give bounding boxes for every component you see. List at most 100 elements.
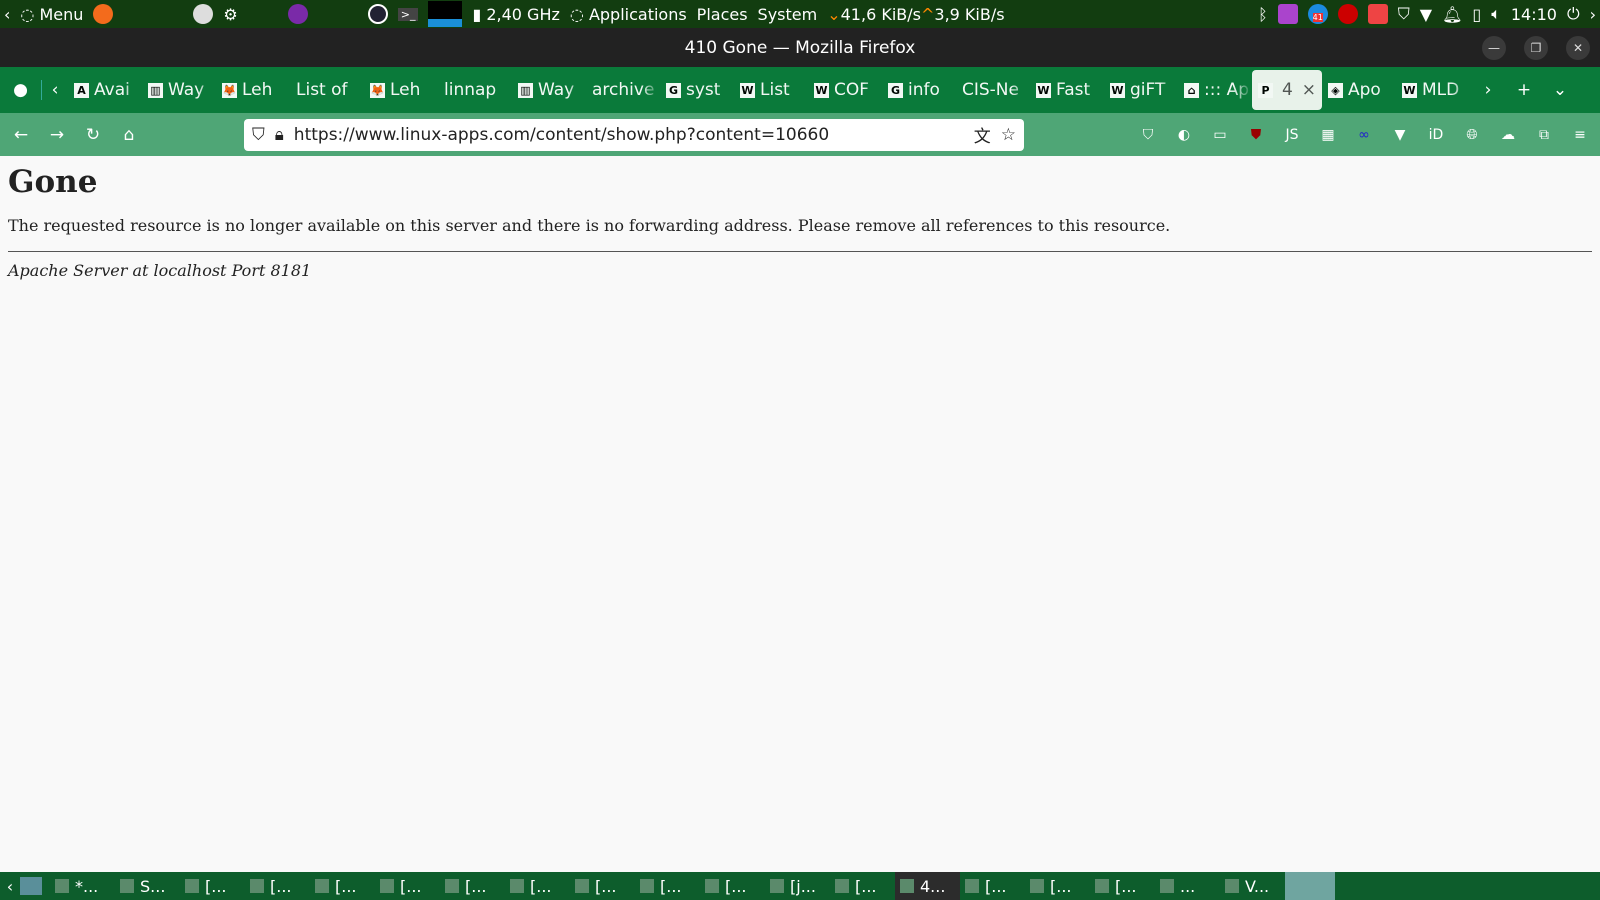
block-icon[interactable]: [1367, 4, 1388, 24]
taskbar-window-button[interactable]: [...: [505, 872, 570, 900]
taskbar-window-button[interactable]: S...: [115, 872, 180, 900]
extensions-icon[interactable]: ⧉: [1534, 127, 1554, 143]
taskbar-window-button[interactable]: [...: [375, 872, 440, 900]
taskbar-window-button[interactable]: [j...: [765, 872, 830, 900]
tab[interactable]: archive: [586, 67, 660, 113]
ublock-icon[interactable]: ⛊: [1246, 127, 1266, 143]
notes-icon[interactable]: ▭: [1210, 127, 1230, 143]
taskbar-window-button[interactable]: [...: [830, 872, 895, 900]
record-icon[interactable]: [1337, 4, 1358, 24]
url-text[interactable]: https://www.linux-apps.com/content/show.…: [294, 125, 964, 145]
taskbar-window-button[interactable]: [...: [310, 872, 375, 900]
clock[interactable]: 14:10: [1511, 5, 1557, 24]
home-icon[interactable]: ⌂: [118, 125, 140, 145]
tab-favicon-icon: W: [1110, 82, 1125, 98]
taskbar-window-button[interactable]: [...: [1090, 872, 1155, 900]
tab[interactable]: Gsyst: [660, 67, 734, 113]
close-tab-icon[interactable]: ×: [1302, 80, 1316, 100]
taskbar-scroll-left[interactable]: ‹: [0, 877, 20, 896]
shield-icon[interactable]: ⛉: [1398, 4, 1410, 24]
places-menu[interactable]: Places: [697, 5, 748, 24]
cloud-icon[interactable]: ☁: [1498, 127, 1518, 143]
tabs-scroll-right[interactable]: ›: [1470, 80, 1506, 100]
tab[interactable]: ▥ Way: [512, 67, 586, 113]
tab[interactable]: W COF: [808, 67, 882, 113]
tab[interactable]: Ginfo: [882, 67, 956, 113]
volume-icon[interactable]: 🔈︎: [1491, 4, 1501, 24]
firefox-view-icon[interactable]: ●: [0, 80, 42, 100]
taskbar-window-button[interactable]: [...: [440, 872, 505, 900]
minimize-button[interactable]: —: [1482, 36, 1506, 60]
telegram-icon[interactable]: 41: [1307, 4, 1328, 24]
tab[interactable]: ◈ Apo: [1322, 67, 1396, 113]
applications-menu[interactable]: ◌ Applications: [570, 5, 687, 24]
taskbar-window-button[interactable]: [...: [570, 872, 635, 900]
tab[interactable]: 🦊 Leh: [364, 67, 438, 113]
tab[interactable]: ▥ Way: [142, 67, 216, 113]
panel-scroll-left[interactable]: ‹: [4, 5, 10, 24]
tab[interactable]: W Fast: [1030, 67, 1104, 113]
bookmark-star-icon[interactable]: ☆: [1001, 125, 1016, 145]
gears-icon[interactable]: ⚙: [223, 5, 237, 24]
power-icon[interactable]: ⏻: [1567, 4, 1580, 24]
menu-button[interactable]: ◌ Menu: [20, 5, 83, 24]
calendar-icon[interactable]: ▦: [1318, 127, 1338, 143]
taskbar-window-button[interactable]: [...: [960, 872, 1025, 900]
noscript-icon[interactable]: JS: [1282, 127, 1302, 143]
tor-icon[interactable]: [287, 4, 308, 24]
taskbar-window-button[interactable]: *...: [50, 872, 115, 900]
new-tab-button[interactable]: +: [1506, 80, 1542, 100]
lock-icon[interactable]: 🔒︎: [275, 125, 284, 145]
globe-uk-icon[interactable]: 🌐︎: [1462, 127, 1482, 143]
firefox-launcher-icon[interactable]: [93, 4, 114, 24]
forward-icon[interactable]: →: [46, 125, 68, 145]
taskbar-window-button[interactable]: V...: [1220, 872, 1285, 900]
tab[interactable]: CIS-Ne: [956, 67, 1030, 113]
menu-icon[interactable]: ≡: [1570, 127, 1590, 143]
taskbar-window-button[interactable]: [...: [1025, 872, 1090, 900]
tab[interactable]: W MLD: [1396, 67, 1470, 113]
bluetooth-icon[interactable]: ᛒ: [1258, 5, 1268, 24]
tab-active[interactable]: P 4 ×: [1252, 70, 1322, 110]
audio-app-icon[interactable]: [1277, 4, 1298, 24]
taskbar-window-button[interactable]: [...: [700, 872, 765, 900]
url-bar[interactable]: ⛉ 🔒︎ https://www.linux-apps.com/content/…: [244, 118, 1024, 151]
maximize-button[interactable]: ❐: [1524, 36, 1548, 60]
vpn-icon[interactable]: ▼: [1390, 127, 1410, 143]
tabs-scroll-left[interactable]: ‹: [42, 80, 68, 100]
close-window-button[interactable]: ✕: [1566, 36, 1590, 60]
list-all-tabs-button[interactable]: ⌄: [1542, 80, 1578, 100]
translate-icon[interactable]: 文: [974, 122, 991, 147]
link-icon[interactable]: ∞: [1354, 127, 1374, 143]
tab[interactable]: linnap: [438, 67, 512, 113]
show-desktop-icon[interactable]: [20, 877, 42, 895]
taskbar-firefox-button[interactable]: [1285, 872, 1335, 900]
dark-reader-icon[interactable]: ◐: [1174, 127, 1194, 143]
tab[interactable]: A Avai: [68, 67, 142, 113]
tab[interactable]: ⌂::: Ap: [1178, 67, 1252, 113]
panel-scroll-right[interactable]: ›: [1590, 5, 1596, 24]
reload-icon[interactable]: ↻: [82, 125, 104, 145]
taskbar-label: [...: [335, 876, 357, 896]
tab[interactable]: WgiFT: [1104, 67, 1178, 113]
shield-icon[interactable]: ⛉: [252, 125, 265, 145]
taskbar-window-button[interactable]: 4...: [895, 872, 960, 900]
taskbar-label: ...: [1180, 876, 1196, 896]
terminal-icon[interactable]: >_: [397, 7, 419, 21]
back-icon[interactable]: ←: [10, 125, 32, 145]
taskbar-window-button[interactable]: [...: [180, 872, 245, 900]
system-menu[interactable]: System: [758, 5, 818, 24]
notification-icon[interactable]: 🔔︎: [1442, 5, 1462, 24]
tab[interactable]: List of: [290, 67, 364, 113]
pocket-icon[interactable]: ⛉: [1138, 127, 1158, 143]
battery-icon[interactable]: ▯: [1472, 5, 1481, 24]
opera-icon[interactable]: [367, 4, 388, 24]
wifi-icon[interactable]: ▼: [1420, 5, 1432, 24]
taskbar-window-button[interactable]: [...: [635, 872, 700, 900]
id-icon[interactable]: iD: [1426, 127, 1446, 143]
tab[interactable]: 🦊 Leh: [216, 67, 290, 113]
a-app-icon[interactable]: [193, 4, 214, 24]
taskbar-window-button[interactable]: ...: [1155, 872, 1220, 900]
taskbar-window-button[interactable]: [...: [245, 872, 310, 900]
tab[interactable]: W List: [734, 67, 808, 113]
